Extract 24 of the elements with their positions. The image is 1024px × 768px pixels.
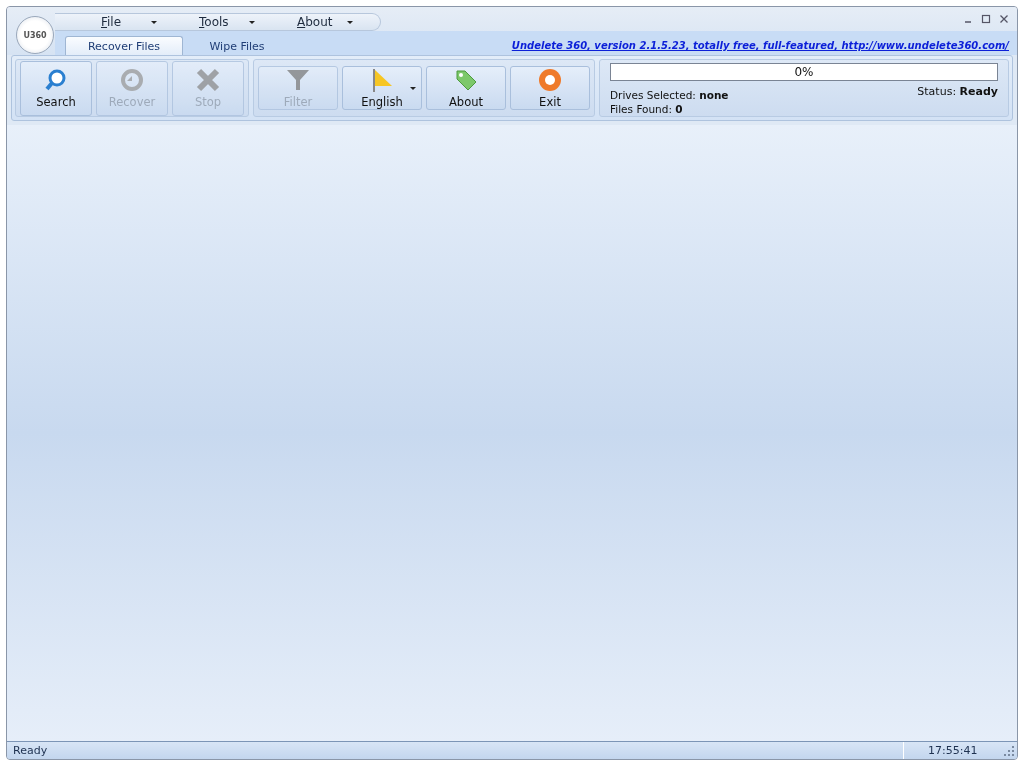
tab[interactable]: Recover Files — [65, 36, 183, 55]
menu-item[interactable]: About — [269, 14, 367, 30]
app-logo[interactable]: U360 — [16, 16, 54, 54]
toolbar-button[interactable]: About — [426, 66, 506, 110]
website-link[interactable]: Undelete 360, version 2.1.5.23, totally free, full-featured, http://www.undelete360.com/ — [511, 40, 1009, 51]
files-found-text: Files Found: 0 — [610, 102, 684, 116]
toolbar-button[interactable]: Exit — [510, 66, 590, 110]
drives-selected-text: Drives Selected: none — [610, 89, 730, 103]
cross-icon — [195, 67, 221, 93]
funnel-icon — [285, 67, 311, 93]
maximize-icon[interactable] — [981, 14, 991, 24]
tag-icon — [453, 67, 479, 93]
status-message: Ready — [12, 743, 49, 759]
menu-item[interactable]: Tools — [171, 14, 269, 30]
caret-icon[interactable] — [410, 87, 416, 90]
status-time: 17:55:41 — [903, 742, 1003, 759]
progress-reading: 0% — [794, 65, 814, 79]
close-icon[interactable] — [999, 14, 1009, 24]
menu-item[interactable]: File — [73, 14, 171, 30]
resize-grip-icon[interactable] — [1003, 745, 1015, 757]
toolbar-button[interactable]: Search — [20, 60, 92, 116]
toolbar-button[interactable]: English — [342, 66, 422, 110]
status-text: Status: Ready — [917, 85, 998, 101]
tab[interactable]: Wipe Files — [183, 36, 291, 55]
